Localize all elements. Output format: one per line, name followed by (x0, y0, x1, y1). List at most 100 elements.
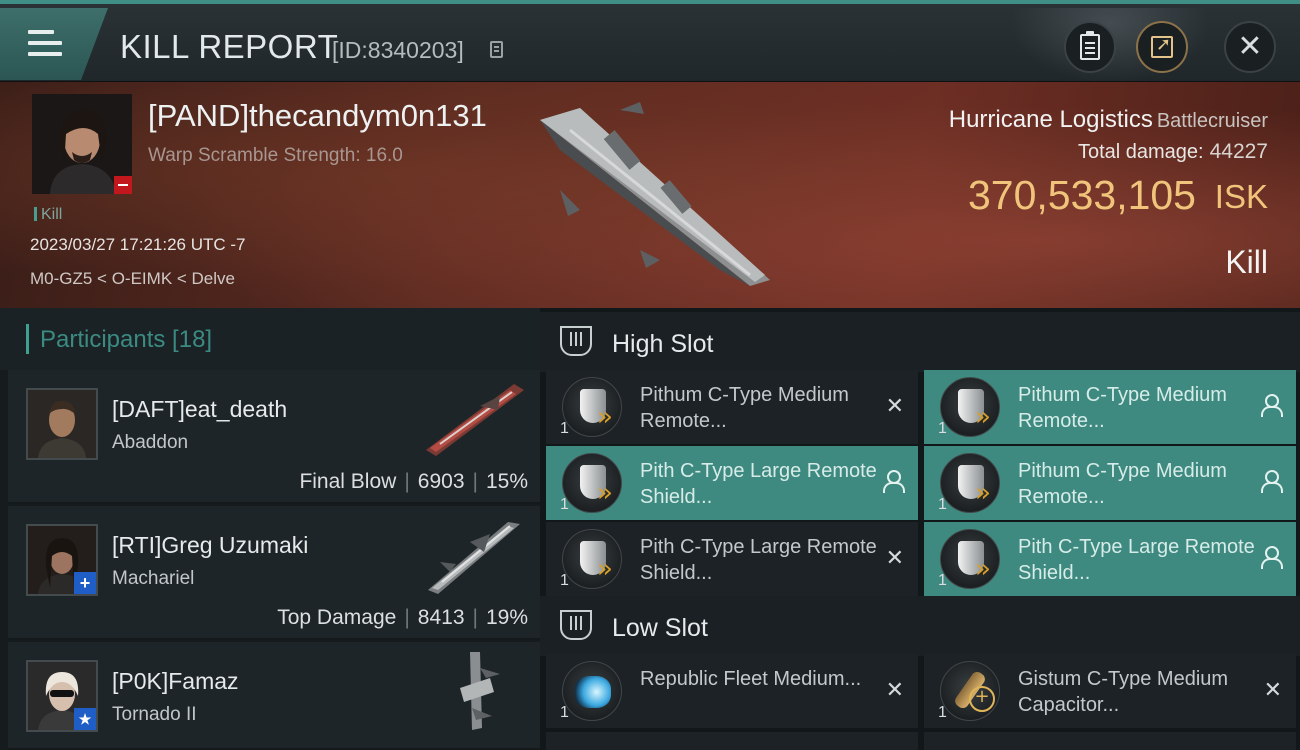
export-icon (1151, 34, 1173, 58)
module-item-partial[interactable] (546, 732, 918, 750)
security-status-badge (114, 176, 132, 194)
avatar[interactable] (26, 388, 98, 460)
participant-role: Final Blow (299, 470, 397, 493)
module-item[interactable]: 1 Pith C-Type Large Remote Shield... (924, 522, 1296, 596)
module-quantity: 1 (938, 572, 947, 589)
total-damage: Total damage: 44227 (1078, 140, 1268, 164)
capacitor-module-icon (940, 661, 1000, 721)
module-quantity: 1 (560, 572, 569, 589)
participant-row[interactable]: + [RTI]Greg Uzumaki Machariel Top Damage… (8, 506, 540, 640)
module-quantity: 1 (938, 496, 947, 513)
menu-button[interactable] (0, 8, 108, 80)
victim-name[interactable]: [PAND]thecandym0n131 (148, 98, 487, 134)
module-item[interactable]: 1 Pithum C-Type Medium Remote... ✕ (546, 370, 918, 444)
participant-row[interactable]: ★ [P0K]Famaz Tornado II (8, 642, 540, 750)
remote-shield-module-icon (940, 453, 1000, 513)
fittings-panel: High Slot 1 Pithum C-Type Medium Remote.… (540, 308, 1300, 750)
participants-title: Participants [18] (40, 326, 213, 353)
remote-shield-module-icon (562, 377, 622, 437)
destroyed-icon: ✕ (885, 394, 904, 419)
clipboard-icon (1080, 31, 1100, 60)
participant-name[interactable]: [P0K]Famaz (112, 668, 239, 695)
kill-report-id: [ID:8340203] (332, 37, 464, 63)
module-name: Pith C-Type Large Remote Shield... (1018, 536, 1255, 584)
window-header: KILL REPORT [ID:8340203] ✕ (0, 4, 1300, 84)
remote-shield-module-icon (562, 453, 622, 513)
participant-ship: Machariel (112, 568, 195, 589)
participant-name[interactable]: [RTI]Greg Uzumaki (112, 532, 308, 559)
destroyed-icon: ✕ (1263, 678, 1282, 703)
participant-stats: Final Blow | 6903 | 15% (299, 470, 528, 493)
participant-role: Top Damage (277, 606, 397, 629)
victim-banner: [PAND]thecandym0n131 Warp Scramble Stren… (0, 82, 1300, 308)
module-item[interactable]: 1 Pithum C-Type Medium Remote... (924, 446, 1296, 520)
dropped-pilot-icon (1260, 394, 1283, 418)
participant-ship: Tornado II (112, 704, 197, 725)
module-name: Pith C-Type Large Remote Shield... (640, 536, 877, 584)
close-button[interactable]: ✕ (1224, 21, 1276, 73)
participant-name[interactable]: [DAFT]eat_death (112, 396, 287, 423)
participant-damage: 6903 (417, 470, 465, 493)
victim-ship-name: Hurricane Logistics (948, 106, 1153, 133)
module-quantity: 1 (560, 496, 569, 513)
victim-ship-image[interactable] (520, 90, 780, 300)
copy-icon[interactable] (490, 41, 503, 58)
high-slot-title: High Slot (612, 330, 714, 358)
dropped-pilot-icon (1260, 546, 1283, 570)
participants-accent (26, 324, 29, 354)
module-item[interactable]: 1 Republic Fleet Medium... ✕ (546, 654, 918, 728)
dropped-pilot-icon (1260, 470, 1283, 494)
page-title: KILL REPORT (120, 28, 339, 65)
remote-shield-module-icon (940, 529, 1000, 589)
total-damage-label: Total damage: (1077, 141, 1204, 163)
module-item[interactable]: 1 Pith C-Type Large Remote Shield... ✕ (546, 522, 918, 596)
participant-ship-image (460, 652, 500, 730)
module-name: Gistum C-Type Medium Capacitor... (1018, 668, 1229, 716)
module-name: Pith C-Type Large Remote Shield... (640, 460, 877, 508)
avatar-image (28, 390, 96, 458)
module-name: Pithum C-Type Medium Remote... (1018, 460, 1227, 508)
shield-booster-module-icon (562, 661, 622, 721)
isk-value: 370,533,105 (967, 172, 1196, 218)
victim-subtitle: Warp Scramble Strength: 16.0 (148, 145, 403, 166)
security-status-badge: ★ (74, 708, 96, 730)
module-quantity: 1 (938, 704, 947, 721)
close-icon: ✕ (1237, 29, 1263, 64)
export-button[interactable] (1136, 21, 1188, 73)
module-quantity: 1 (560, 704, 569, 721)
destroyed-icon: ✕ (885, 546, 904, 571)
victim-ship-class: Battlecruiser (1156, 110, 1268, 132)
participants-panel: Participants [18] [DAFT]eat_death Abaddo… (0, 308, 540, 750)
module-name: Pithum C-Type Medium Remote... (1018, 384, 1227, 432)
clipboard-button[interactable] (1064, 21, 1116, 73)
participant-ship: Abaddon (112, 432, 189, 453)
module-quantity: 1 (938, 420, 947, 437)
total-damage-value: 44227 (1209, 140, 1268, 163)
high-slot-header: High Slot (540, 312, 1300, 372)
module-quantity: 1 (560, 420, 569, 437)
participant-damage: 8413 (417, 606, 465, 629)
destroyed-icon: ✕ (885, 678, 904, 703)
isk-unit: ISK (1214, 178, 1268, 215)
victim-ship-line[interactable]: Hurricane Logistics Battlecruiser (949, 106, 1268, 134)
module-item-partial[interactable] (924, 732, 1296, 750)
participant-percent: 15% (485, 470, 528, 493)
kill-location[interactable]: M0-GZ5 < O-EIMK < Delve (30, 269, 235, 289)
security-status-badge: + (74, 572, 96, 594)
low-slot-header: Low Slot (540, 596, 1300, 656)
module-name: Republic Fleet Medium... (640, 668, 862, 690)
menu-icon (28, 30, 62, 63)
kill-result: Kill (1225, 244, 1268, 280)
kill-tag: Kill (34, 206, 62, 224)
kill-timestamp: 2023/03/27 17:21:26 UTC -7 (30, 235, 246, 254)
dropped-pilot-icon (882, 470, 905, 494)
module-name: Pithum C-Type Medium Remote... (640, 384, 849, 432)
module-item[interactable]: 1 Pithum C-Type Medium Remote... (924, 370, 1296, 444)
low-slot-icon (560, 610, 592, 640)
participant-ship-image (426, 384, 524, 456)
participant-stats: Top Damage | 8413 | 19% (277, 606, 528, 629)
remote-shield-module-icon (562, 529, 622, 589)
module-item[interactable]: 1 Gistum C-Type Medium Capacitor... ✕ (924, 654, 1296, 728)
participant-row[interactable]: [DAFT]eat_death Abaddon Final Blow | 6903 |… (8, 370, 540, 504)
module-item[interactable]: 1 Pith C-Type Large Remote Shield... (546, 446, 918, 520)
